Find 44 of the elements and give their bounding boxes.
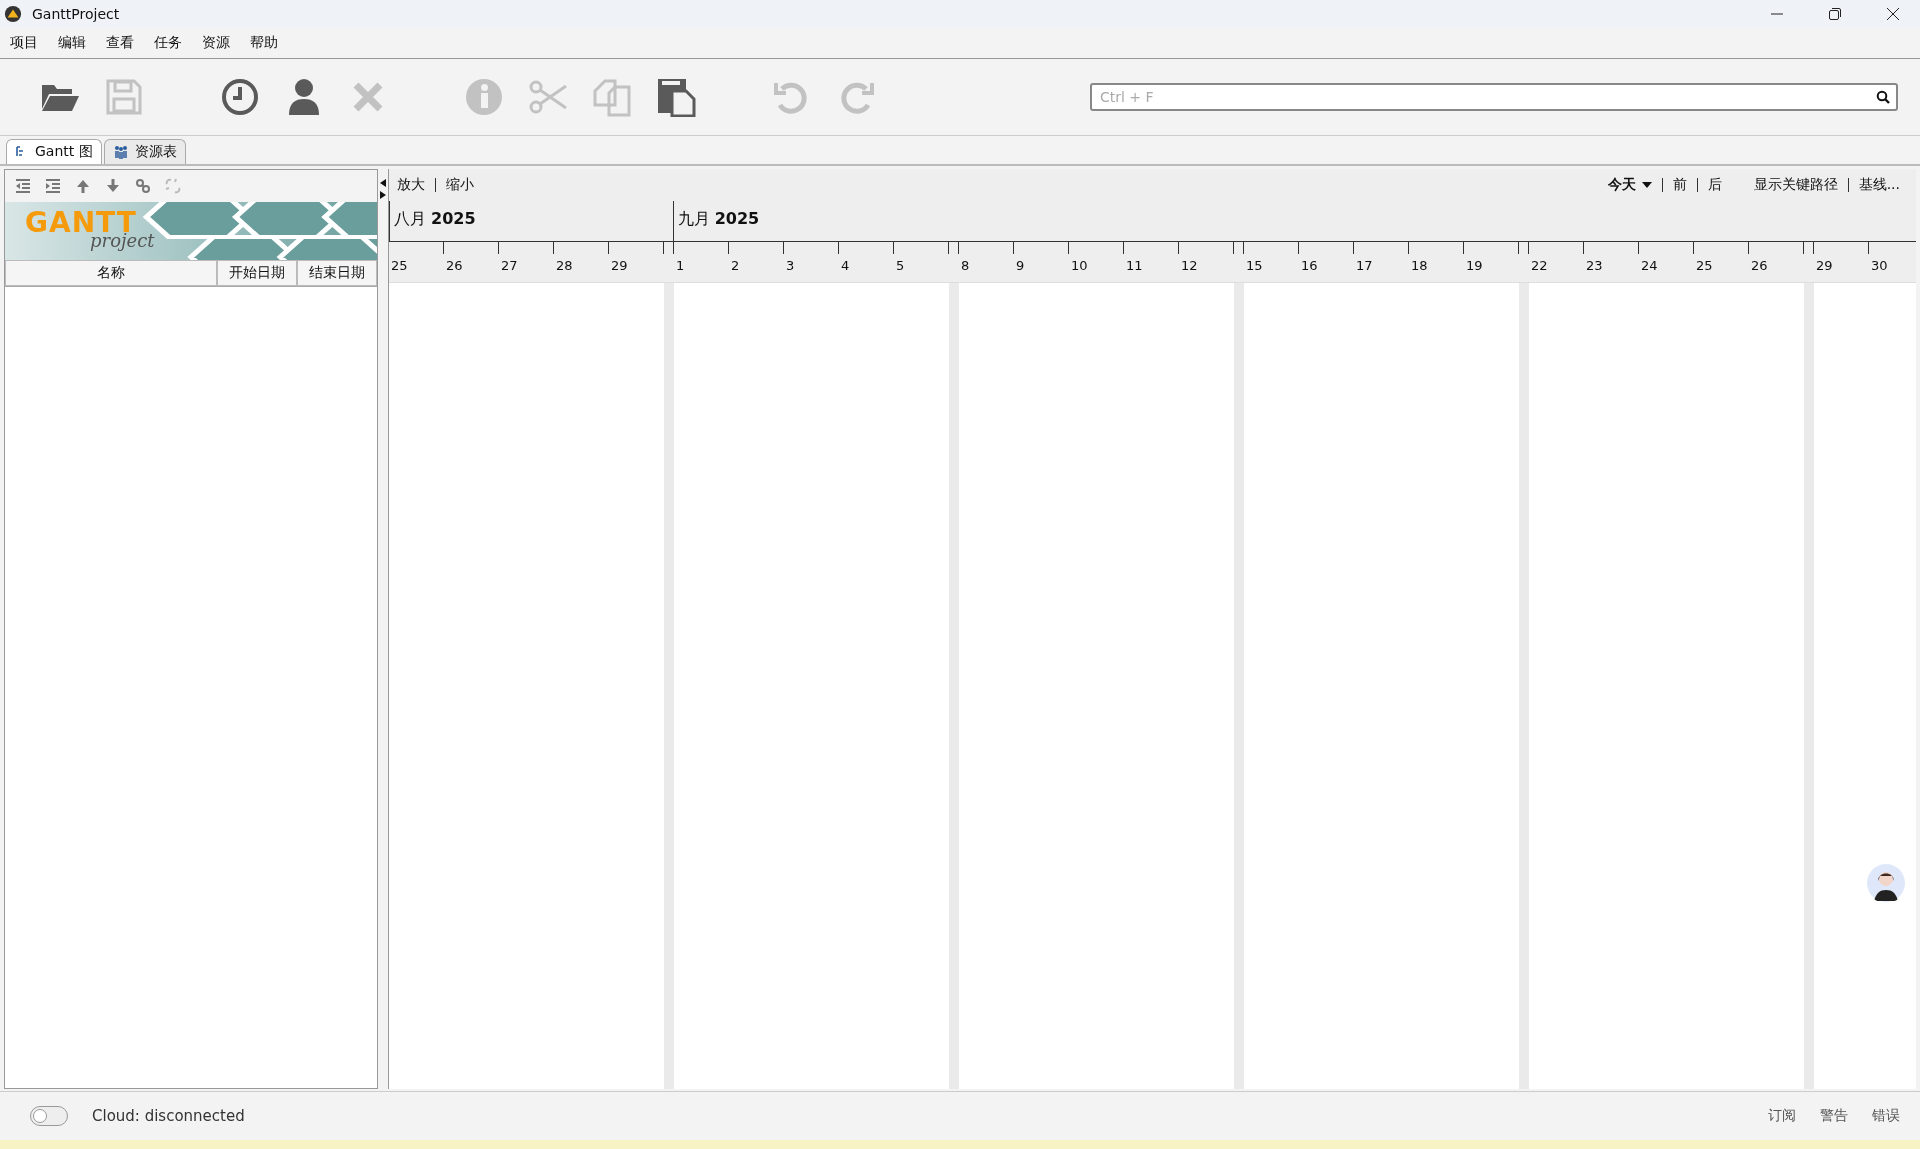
outdent-icon[interactable] [15,178,31,194]
column-header[interactable]: 结束日期 [297,260,377,286]
search-icon[interactable] [1876,90,1890,104]
next-link[interactable]: 后 [1707,176,1722,194]
month-header: 八月 2025 [389,201,673,241]
search-field[interactable]: Ctrl + F [1090,83,1898,111]
paste-icon[interactable] [656,77,696,117]
zoom-out-link[interactable]: 缩小 [446,176,474,194]
app-logo-icon [4,5,22,23]
menu-item[interactable]: 编辑 [58,34,86,52]
search-input[interactable]: Ctrl + F [1098,88,1876,106]
baseline-link[interactable]: 基线... [1858,176,1900,194]
up-icon[interactable] [75,178,91,194]
assistant-avatar[interactable] [1866,863,1906,903]
indent-icon[interactable] [45,178,61,194]
restore-icon[interactable] [1828,7,1842,21]
people-icon [112,145,129,159]
column-header[interactable]: 开始日期 [217,260,297,286]
status-item[interactable]: 错误 [1872,1107,1900,1125]
critical-path-link[interactable]: 显示关键路径 [1753,176,1838,194]
month-header: 九月 2025 [672,201,1916,241]
tab[interactable]: Gantt 图 [6,139,102,164]
menu-item[interactable]: 任务 [154,34,182,52]
menu-item[interactable]: 资源 [202,34,230,52]
menu-item[interactable]: 项目 [10,34,38,52]
cloud-toggle[interactable] [30,1106,68,1126]
down-icon[interactable] [105,178,121,194]
status-item[interactable]: 订阅 [1768,1107,1796,1125]
status-item[interactable]: 警告 [1820,1107,1848,1125]
tab[interactable]: 资源表 [103,139,186,164]
menu-item[interactable]: 帮助 [250,34,278,52]
close-icon[interactable] [1886,7,1900,21]
clock-icon[interactable] [220,77,260,117]
collapse-left-icon[interactable] [380,179,386,187]
cloud-status: Cloud: disconnected [92,1107,245,1125]
link-icon[interactable] [135,178,151,194]
menu-item[interactable]: 查看 [106,34,134,52]
caret-icon[interactable] [1641,182,1652,188]
window-title: GanttProject [32,6,120,22]
today-dropdown[interactable]: 今天 [1607,176,1636,194]
zoom-in-link[interactable]: 放大 [397,176,425,194]
expand-right-icon[interactable] [380,191,386,199]
previous-link[interactable]: 前 [1672,176,1687,194]
column-header[interactable]: 名称 [5,260,217,286]
